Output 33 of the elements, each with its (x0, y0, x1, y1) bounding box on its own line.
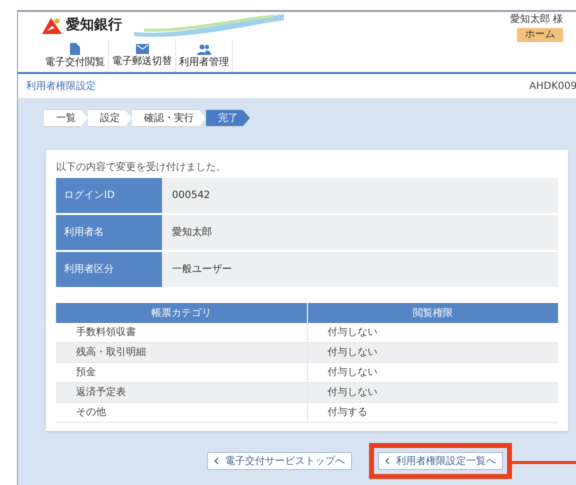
field-value: 一般ユーザー (162, 252, 558, 287)
table-cell-text: 付与しない (326, 326, 378, 340)
logo-icon (42, 18, 62, 34)
table-cell-text: 付与しない (326, 366, 378, 380)
bank-name: 愛知銀行 (66, 16, 122, 35)
message-text: 以下の内容で変更を受け付けました。 (56, 162, 227, 174)
field-label: 利用者区分 (56, 252, 162, 287)
page-title: 利用者権限設定 (26, 80, 96, 94)
table-cell: 手数料領収書 (56, 323, 308, 342)
field-value: 愛知太郎 (162, 215, 558, 250)
column-header: 帳票カテゴリ (56, 303, 308, 323)
nav-tab[interactable]: 利用者管理 (176, 39, 233, 72)
table-cell: 預金 (56, 363, 308, 382)
chevron-left-icon (214, 457, 219, 465)
back-button[interactable]: 利用者権限設定一覧へ (378, 452, 503, 470)
screen-id: AHDK009 (529, 80, 576, 94)
home-button[interactable]: ホーム (517, 28, 563, 42)
field-label: 利用者名 (56, 215, 162, 250)
user-name: 愛知太郎 様 (510, 14, 563, 26)
chevron-left-icon (385, 457, 390, 465)
table-cell: 残高・取引明細 (56, 343, 308, 362)
table-cell: その他 (56, 403, 308, 422)
field-label: ログインID (56, 178, 162, 213)
document-icon (70, 43, 80, 55)
users-icon (197, 44, 211, 54)
mail-icon (136, 44, 148, 54)
field-value: 000542 (162, 178, 558, 213)
back-button[interactable]: 電子交付サービストップへ (207, 452, 352, 470)
table-cell: 返済予定表 (56, 383, 308, 402)
table-cell-text: 付与しない (326, 386, 378, 400)
table-cell-text: 付与しない (326, 346, 378, 360)
column-header: 閲覧権限 (308, 303, 558, 323)
table-cell-text: 付与する (326, 406, 368, 420)
